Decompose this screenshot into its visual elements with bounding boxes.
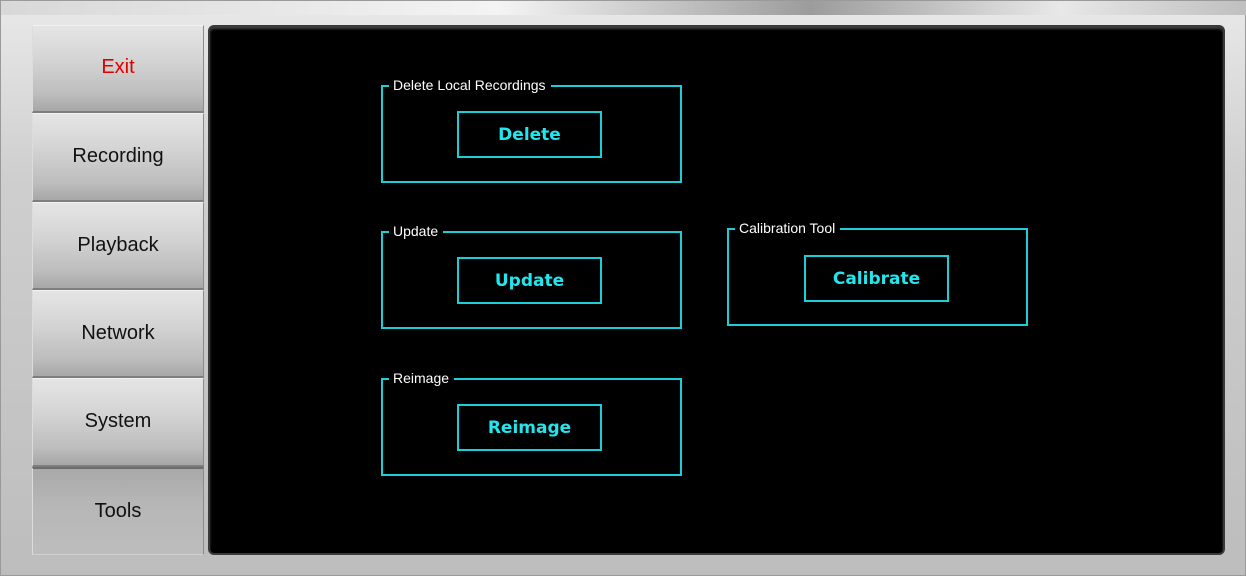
group-legend: Update	[389, 222, 444, 240]
app-window: Exit Recording Playback Network System T…	[0, 0, 1246, 576]
sidebar-item-tools[interactable]: Tools	[32, 466, 204, 555]
sidebar-item-label: Tools	[94, 499, 142, 522]
sidebar-nav: Exit Recording Playback Network System T…	[32, 25, 204, 555]
update-group: Update Update	[381, 222, 682, 329]
sidebar-item-label: Recording	[72, 145, 164, 168]
update-button[interactable]: Update	[457, 257, 602, 304]
tools-panel: Delete Local Recordings Delete Update Up…	[208, 25, 1225, 555]
sidebar-item-exit[interactable]: Exit	[32, 25, 204, 114]
reimage-button[interactable]: Reimage	[457, 404, 602, 451]
window-top-bezel	[1, 1, 1246, 15]
sidebar-item-network[interactable]: Network	[32, 289, 204, 379]
sidebar-item-label: Playback	[77, 233, 159, 256]
delete-recordings-group: Delete Local Recordings Delete	[381, 76, 682, 183]
sidebar-item-system[interactable]: System	[32, 378, 204, 467]
calibration-tool-group: Calibration Tool Calibrate	[727, 219, 1028, 326]
delete-button[interactable]: Delete	[457, 111, 602, 158]
reimage-group: Reimage Reimage	[381, 369, 682, 476]
sidebar-item-label: System	[84, 410, 152, 433]
sidebar-item-recording[interactable]: Recording	[32, 113, 204, 202]
sidebar-item-playback[interactable]: Playback	[32, 201, 204, 290]
group-legend: Calibration Tool	[735, 219, 841, 237]
sidebar-item-label: Exit	[101, 56, 135, 78]
group-legend: Reimage	[389, 369, 455, 387]
group-legend: Delete Local Recordings	[389, 76, 551, 94]
calibrate-button[interactable]: Calibrate	[804, 255, 949, 302]
sidebar-item-label: Network	[81, 322, 155, 345]
